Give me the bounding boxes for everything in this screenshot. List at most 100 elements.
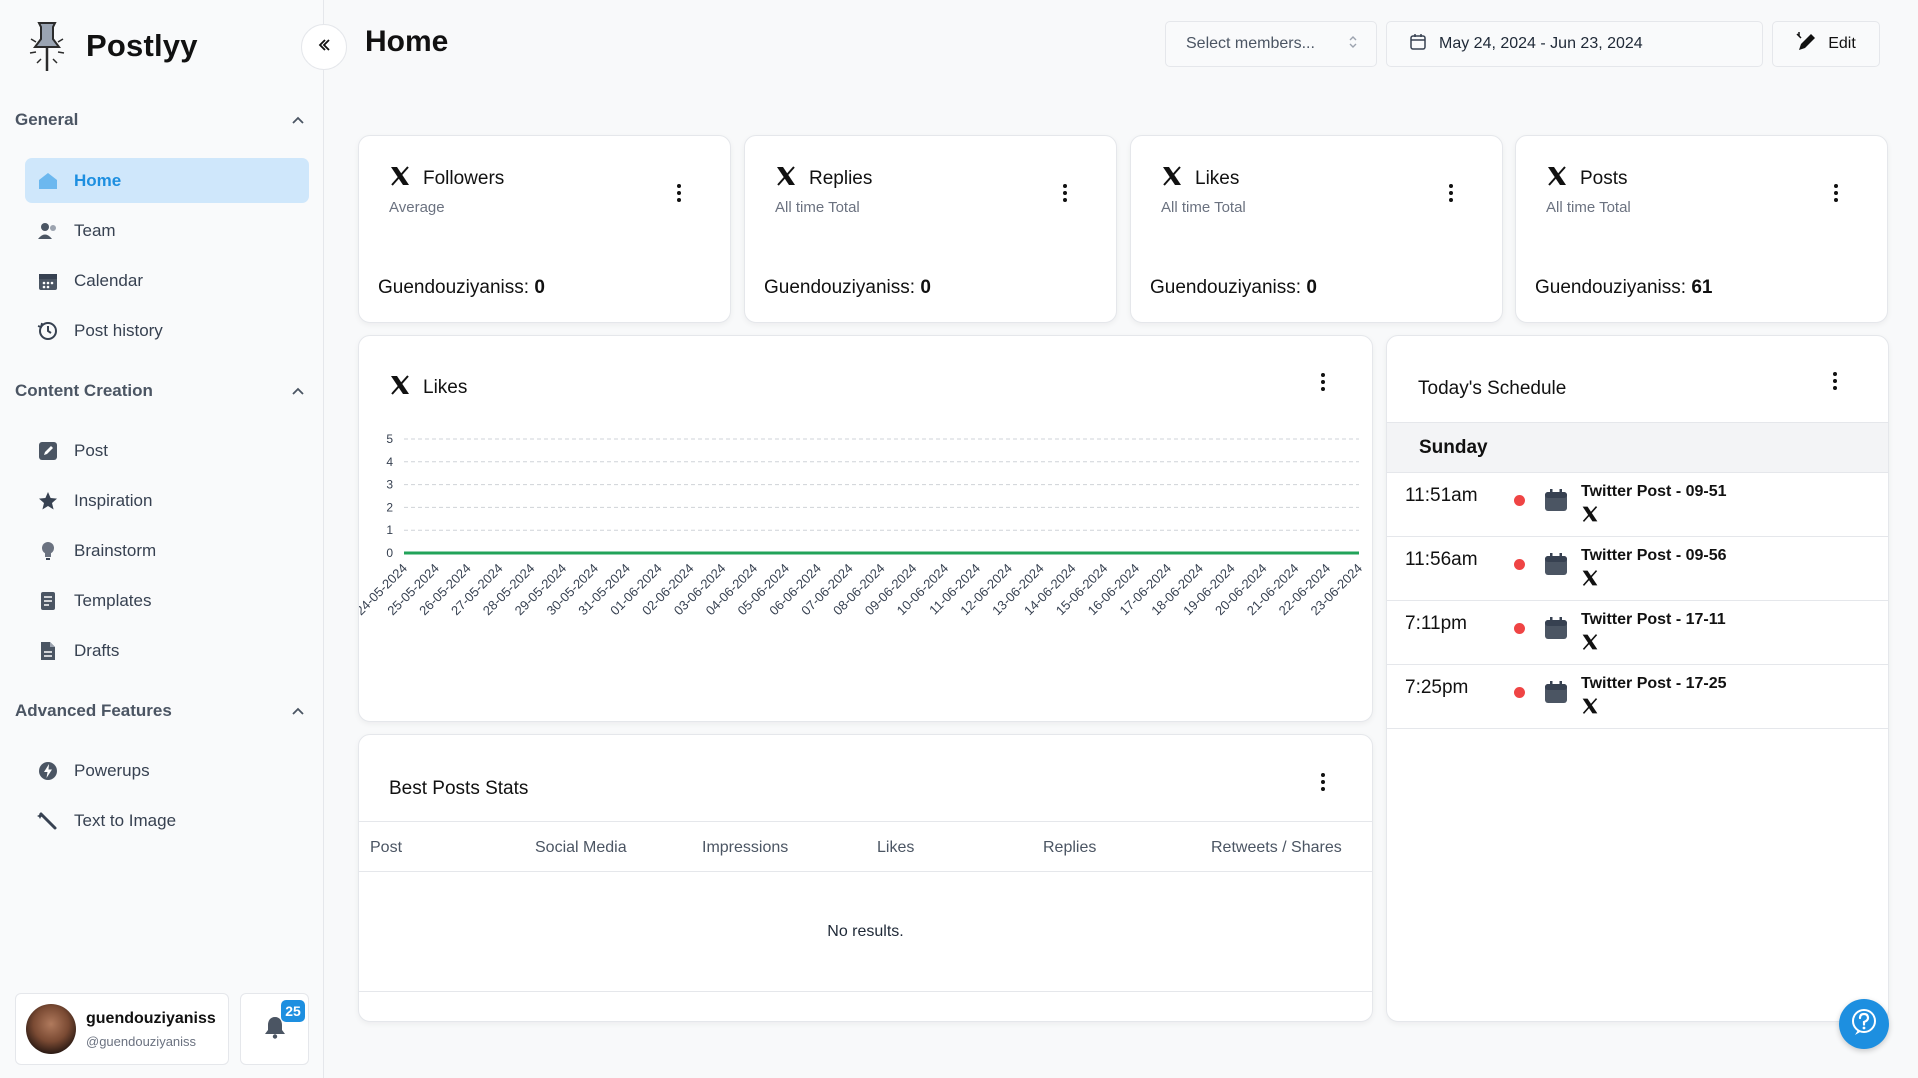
x-logo-icon — [775, 165, 797, 192]
pencil-icon — [36, 439, 60, 463]
column-header-impressions[interactable]: Impressions — [702, 839, 788, 857]
edit-button[interactable]: Edit — [1772, 21, 1880, 67]
edit-label: Edit — [1828, 35, 1856, 52]
schedule-item[interactable]: 11:51am Twitter Post - 09-51 — [1387, 473, 1888, 537]
column-header-post[interactable]: Post — [370, 839, 402, 857]
more-options-button[interactable] — [1050, 180, 1080, 210]
likes-chart-card: Likes 0 1 2 3 4 5 24-05-2024 25-05-2024 26-05-20… — [358, 335, 1373, 722]
user-name: guendouziyaniss — [86, 1009, 216, 1027]
calendar-icon — [36, 269, 60, 293]
date-range-picker[interactable]: May 24, 2024 - Jun 23, 2024 — [1386, 21, 1763, 67]
best-posts-title: Best Posts Stats — [389, 778, 529, 799]
more-options-button[interactable] — [1820, 368, 1850, 398]
collapse-sidebar-button[interactable] — [301, 24, 347, 70]
section-content-creation[interactable]: Content Creation — [15, 376, 307, 406]
help-button[interactable] — [1839, 999, 1889, 1049]
schedule-post-title: Twitter Post - 09-51 — [1581, 483, 1727, 500]
x-logo-icon — [389, 165, 411, 192]
sidebar-item-label: Brainstorm — [74, 540, 157, 560]
status-dot — [1514, 495, 1525, 506]
column-header-replies[interactable]: Replies — [1043, 839, 1096, 857]
more-options-button[interactable] — [1436, 180, 1466, 210]
sidebar-item-team[interactable]: Team — [25, 208, 309, 253]
section-title: Advanced Features — [15, 701, 172, 720]
magic-wand-icon — [36, 809, 60, 833]
column-header-likes[interactable]: Likes — [877, 839, 914, 857]
sidebar-item-label: Home — [74, 170, 122, 190]
sidebar-item-drafts[interactable]: Drafts — [25, 628, 309, 673]
sidebar-item-home[interactable]: Home — [25, 158, 309, 203]
user-profile-card[interactable]: guendouziyaniss @guendouziyaniss — [15, 993, 229, 1065]
sidebar: Postlyy General Home Team Calendar Post … — [0, 0, 324, 1078]
stat-subtitle: All time Total — [775, 199, 860, 216]
sidebar-item-inspiration[interactable]: Inspiration — [25, 478, 309, 523]
stat-title: Replies — [809, 167, 873, 189]
kebab-menu-icon — [1063, 183, 1067, 207]
lightbulb-icon — [36, 539, 60, 563]
table-header: Post Social Media Impressions Likes Repl… — [359, 821, 1372, 872]
stat-number: 0 — [1306, 277, 1317, 298]
stat-number: 61 — [1691, 277, 1713, 298]
section-general[interactable]: General — [15, 105, 307, 135]
sidebar-item-label: Drafts — [74, 640, 120, 660]
schedule-item[interactable]: 7:11pm Twitter Post - 17-11 — [1387, 601, 1888, 665]
notifications-button[interactable]: 25 — [240, 993, 309, 1065]
chevron-up-down-icon — [1348, 35, 1358, 54]
section-advanced-features[interactable]: Advanced Features — [15, 696, 307, 726]
stat-card-replies: Replies All time Total Guendouziyaniss: … — [744, 135, 1117, 323]
column-header-retweets-shares[interactable]: Retweets / Shares — [1211, 839, 1342, 857]
chevron-up-icon — [289, 702, 307, 720]
kebab-menu-icon — [1449, 183, 1453, 207]
sidebar-item-label: Inspiration — [74, 490, 153, 510]
calendar-icon — [1409, 33, 1427, 56]
sidebar-item-brainstorm[interactable]: Brainstorm — [25, 528, 309, 573]
stat-account: Guendouziyaniss: — [378, 277, 530, 298]
x-logo-icon — [1581, 633, 1599, 651]
draft-icon — [36, 639, 60, 663]
stat-number: 0 — [920, 277, 931, 298]
table-divider — [359, 991, 1372, 992]
sidebar-item-post[interactable]: Post — [25, 428, 309, 473]
brand[interactable]: Postlyy — [26, 18, 198, 74]
more-options-button[interactable] — [664, 180, 694, 210]
more-options-button[interactable] — [1308, 769, 1338, 799]
stat-card-followers: Followers Average Guendouziyaniss: 0 — [358, 135, 731, 323]
stat-card-posts: Posts All time Total Guendouziyaniss: 61 — [1515, 135, 1888, 323]
likes-line-chart: 01234524-05-202425-05-202426-05-202427-0… — [359, 432, 1365, 618]
schedule-title: Today's Schedule — [1418, 378, 1567, 399]
x-logo-icon — [1546, 165, 1568, 192]
x-logo-icon — [1581, 569, 1599, 587]
stat-account: Guendouziyaniss: — [764, 277, 916, 298]
schedule-item[interactable]: 7:25pm Twitter Post - 17-25 — [1387, 665, 1888, 729]
kebab-menu-icon — [1833, 371, 1837, 395]
history-icon — [36, 319, 60, 343]
team-icon — [36, 219, 60, 243]
status-dot — [1514, 559, 1525, 570]
sidebar-item-powerups[interactable]: Powerups — [25, 748, 309, 793]
sidebar-item-calendar[interactable]: Calendar — [25, 258, 309, 303]
sidebar-item-label: Post — [74, 440, 109, 460]
stat-title: Posts — [1580, 167, 1628, 189]
sidebar-item-post-history[interactable]: Post history — [25, 308, 309, 353]
empty-state-text: No results. — [827, 923, 904, 940]
date-range-text: May 24, 2024 - Jun 23, 2024 — [1439, 35, 1643, 52]
sidebar-item-label: Post history — [74, 320, 163, 340]
members-select[interactable]: Select members... — [1165, 21, 1377, 67]
user-handle: @guendouziyaniss — [86, 1033, 197, 1049]
avatar — [26, 1004, 76, 1054]
stat-account: Guendouziyaniss: — [1535, 277, 1687, 298]
calendar-icon — [1543, 487, 1569, 513]
section-title: General — [15, 110, 79, 129]
pushpin-logo-icon — [26, 19, 68, 73]
sidebar-item-templates[interactable]: Templates — [25, 578, 309, 623]
sidebar-item-text-to-image[interactable]: Text to Image — [25, 798, 309, 843]
schedule-time: 7:25pm — [1405, 677, 1469, 698]
schedule-time: 7:11pm — [1405, 613, 1467, 634]
page-title: Home — [365, 25, 449, 58]
column-header-social-media[interactable]: Social Media — [535, 839, 627, 857]
brand-name: Postlyy — [86, 28, 198, 63]
schedule-day-header: Sunday — [1387, 422, 1888, 473]
more-options-button[interactable] — [1821, 180, 1851, 210]
schedule-item[interactable]: 11:56am Twitter Post - 09-56 — [1387, 537, 1888, 601]
kebab-menu-icon — [1834, 183, 1838, 207]
